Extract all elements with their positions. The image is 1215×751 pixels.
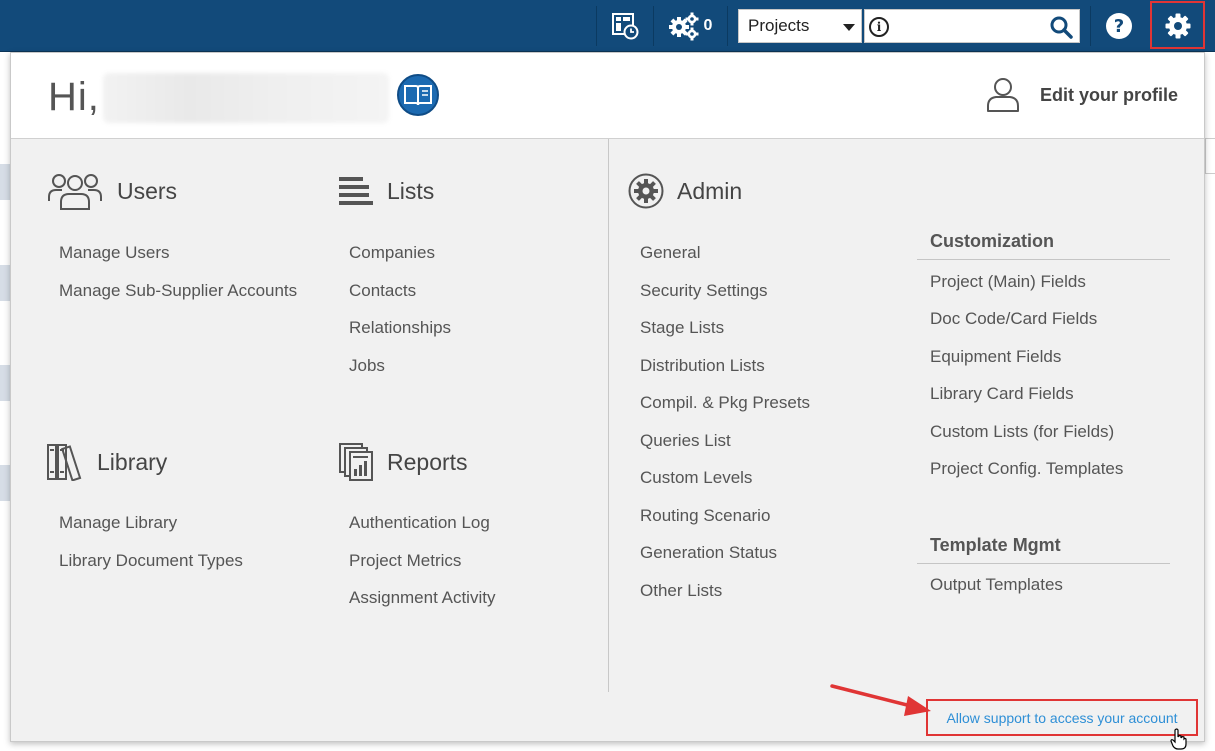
library-books-icon — [47, 444, 82, 481]
edit-profile-link[interactable]: Edit your profile — [986, 77, 1178, 113]
template-mgmt-heading: Template Mgmt — [930, 535, 1061, 555]
menu-link-assignment-activity[interactable]: Assignment Activity — [349, 588, 495, 608]
dashboard-button[interactable] — [597, 0, 653, 52]
help-icon: ? — [1106, 13, 1132, 39]
divider — [1090, 6, 1091, 46]
users-icon — [48, 174, 102, 210]
menu-link-queries-list[interactable]: Queries List — [640, 431, 731, 451]
project-selector-value: Projects — [748, 16, 810, 35]
menu-link-companies[interactable]: Companies — [349, 243, 435, 263]
menu-link-project-metrics[interactable]: Project Metrics — [349, 551, 461, 571]
book-icon — [404, 85, 432, 106]
menu-link-relationships[interactable]: Relationships — [349, 318, 451, 338]
divider — [727, 6, 728, 46]
lists-title: Lists — [387, 177, 435, 204]
menu-link-contacts[interactable]: Contacts — [349, 281, 416, 301]
reports-title: Reports — [387, 448, 468, 475]
menu-link-compil-pkg-presets[interactable]: Compil. & Pkg Presets — [640, 393, 810, 413]
menu-link-routing-scenario[interactable]: Routing Scenario — [640, 506, 770, 526]
menu-link-project-main-fields[interactable]: Project (Main) Fields — [930, 272, 1086, 292]
menu-link-equipment-fields[interactable]: Equipment Fields — [930, 347, 1061, 367]
menu-link-custom-lists-for-fields[interactable]: Custom Lists (for Fields) — [930, 422, 1114, 442]
menu-link-output-templates[interactable]: Output Templates — [930, 575, 1063, 595]
info-icon[interactable]: i — [869, 17, 889, 37]
settings-highlight-box — [1150, 1, 1205, 49]
admin-title: Admin — [677, 177, 743, 204]
search-icon[interactable] — [1049, 15, 1073, 44]
settings-dropdown-panel: Hi, Edit your profile Users Manage Users… — [10, 52, 1205, 742]
project-selector[interactable]: Projects — [738, 9, 862, 43]
greeting: Hi, — [48, 75, 100, 119]
allow-support-access-label: Allow support to access your account — [946, 709, 1178, 726]
menu-link-manage-library[interactable]: Manage Library — [59, 513, 177, 533]
edit-profile-label: Edit your profile — [1039, 84, 1178, 105]
menu-link-other-lists[interactable]: Other Lists — [640, 581, 722, 601]
customization-heading: Customization — [930, 231, 1054, 251]
menu-link-general[interactable]: General — [640, 243, 700, 263]
svg-text:?: ? — [1114, 16, 1124, 37]
menu-link-jobs[interactable]: Jobs — [349, 356, 385, 376]
column-divider — [608, 139, 609, 692]
menu-link-doc-code-card-fields[interactable]: Doc Code/Card Fields — [930, 309, 1097, 329]
user-guide-button[interactable] — [397, 74, 439, 116]
lists-section-title: Lists — [339, 177, 434, 205]
menu-link-library-card-fields[interactable]: Library Card Fields — [930, 384, 1074, 404]
users-title: Users — [117, 177, 178, 204]
menu-link-generation-status[interactable]: Generation Status — [640, 543, 777, 563]
search-input[interactable]: i — [864, 9, 1080, 43]
menu-link-library-document-types[interactable]: Library Document Types — [59, 551, 243, 571]
menu-link-custom-levels[interactable]: Custom Levels — [640, 468, 752, 488]
user-icon — [986, 78, 1019, 112]
users-section-title: Users — [47, 171, 177, 211]
help-button[interactable]: ? — [1092, 0, 1146, 52]
list-icon — [339, 177, 373, 205]
menu-link-project-config-templates[interactable]: Project Config. Templates — [930, 459, 1123, 479]
customization-divider — [917, 259, 1170, 260]
hand-cursor-icon — [1170, 728, 1187, 750]
library-section-title: Library — [47, 443, 167, 481]
notification-count: 0 — [703, 17, 713, 34]
background-input — [1205, 138, 1215, 174]
menu-link-distribution-lists[interactable]: Distribution Lists — [640, 356, 765, 376]
menu-link-stage-lists[interactable]: Stage Lists — [640, 318, 724, 338]
panel-header: Hi, Edit your profile — [11, 53, 1204, 139]
library-title: Library — [97, 448, 168, 475]
admin-section-title: Admin — [628, 173, 742, 209]
reports-section-title: Reports — [339, 443, 468, 481]
menu-link-manage-sub-supplier-accounts[interactable]: Manage Sub-Supplier Accounts — [59, 281, 297, 301]
background-tasks-button[interactable]: 0 — [654, 0, 726, 52]
allow-support-access-link[interactable]: Allow support to access your account — [926, 699, 1198, 736]
menu-link-security-settings[interactable]: Security Settings — [640, 281, 768, 301]
top-navigation-bar: 0 Projects i ? — [0, 0, 1215, 52]
menu-link-manage-users[interactable]: Manage Users — [59, 243, 170, 263]
menu-link-authentication-log[interactable]: Authentication Log — [349, 513, 490, 533]
reports-icon — [339, 443, 373, 481]
caret-down-icon — [843, 24, 855, 31]
dashboard-clock-icon — [612, 13, 639, 40]
user-name-redacted — [103, 73, 389, 123]
gears-icon — [668, 12, 699, 41]
admin-gear-icon — [628, 173, 664, 209]
template-mgmt-divider — [917, 563, 1170, 564]
